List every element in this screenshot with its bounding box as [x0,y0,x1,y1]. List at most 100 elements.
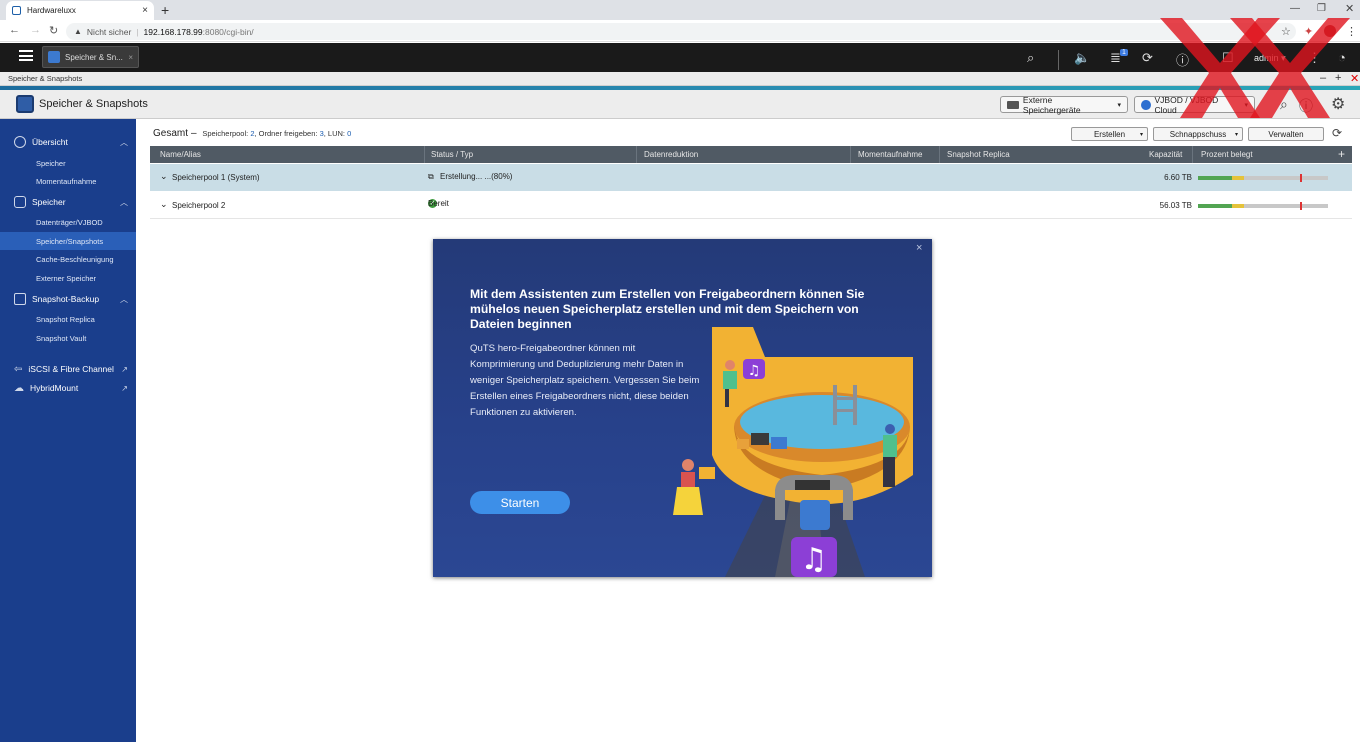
snapshot-caret-icon: ▾ [1234,131,1238,138]
refresh-icon[interactable]: ⟳ [1332,126,1342,140]
database-icon [14,196,26,208]
browser-tab-title: Hardwareluxx [27,6,76,15]
sidebar-link-hybridmount[interactable]: ☁ HybridMount ↗ [0,379,136,397]
snapshot-button[interactable]: Schnappschuss ▾ [1153,127,1243,141]
dialog-body: QuTS hero-Freigabeordner können mit Komp… [470,343,700,418]
usage-warn-fill [1232,176,1244,180]
info-icon[interactable]: ⓘ [1176,50,1189,69]
more-icon[interactable]: ⋮ [1308,50,1321,66]
url-separator: | [136,26,139,37]
browser-tab[interactable]: Hardwareluxx × [6,1,154,20]
col-status[interactable]: Status / Typ [431,150,473,159]
col-dedup[interactable]: Datenreduktion [644,150,698,159]
minimize-app-icon[interactable]: – [1320,72,1326,84]
sidebar-item-storage-overview[interactable]: Speicher [0,154,136,172]
main-menu-icon[interactable] [19,50,33,61]
restore-window-icon[interactable]: ❐ [1317,3,1326,14]
sidebar-item-snapshot-vault[interactable]: Snapshot Vault [0,329,136,347]
back-icon[interactable]: ← [9,24,20,36]
col-name[interactable]: Name/Alias [160,150,201,159]
profile-avatar[interactable] [1324,25,1336,37]
close-window-icon[interactable]: ✕ [1345,2,1354,15]
col-replica[interactable]: Snapshot Replica [947,150,1010,159]
sync-icon[interactable]: ⟳ [1142,50,1153,66]
sidebar-overview-label: Übersicht [32,137,68,147]
extension-icon[interactable]: ✦ [1304,25,1313,38]
sidebar-iscsi-label: iSCSI & Fibre Channel [28,364,114,374]
expand-chevron-icon[interactable]: ⌄ [160,199,168,210]
external-link-icon: ↗ [121,383,128,393]
app-tab-storage[interactable]: Speicher & Sn... × [42,46,139,68]
help-icon[interactable]: ⓘ [1299,96,1313,116]
sidebar-section-snapshot-backup[interactable]: Snapshot-Backup ︿ [0,290,136,308]
sidebar-item-label: Speicher/Snapshots [36,236,104,246]
close-tab-icon[interactable]: × [142,5,148,16]
search-storage-icon[interactable]: ⌕ [1280,96,1288,113]
sidebar-item-external[interactable]: Externer Speicher [0,269,136,287]
manage-button[interactable]: Verwalten [1248,127,1324,141]
close-app-icon[interactable]: ✕ [1350,72,1359,85]
col-capacity[interactable]: Kapazität [1149,150,1182,159]
dialog-heading: Mit dem Assistenten zum Erstellen von Fr… [470,287,865,331]
close-app-tab-icon[interactable]: × [128,53,133,62]
sidebar-section-overview[interactable]: Übersicht ︿ [0,133,136,151]
bookmark-star-icon[interactable]: ☆ [1281,25,1291,38]
app-strip-title: Speicher & Snapshots [8,74,83,83]
forward-icon[interactable]: → [30,24,41,36]
usage-bar [1198,202,1328,210]
external-devices-label: Externe Speichergeräte [1022,94,1081,115]
search-icon[interactable]: ⌕ [1027,50,1034,66]
pool-status: Erstellung... ...(80%) [440,172,513,181]
backup-icon [14,293,26,305]
dashboard-icon[interactable]: ◔ [1338,50,1346,65]
pool-capacity: 6.60 TB [1164,173,1192,182]
browser-menu-icon[interactable]: ⋮ [1346,25,1357,38]
snapshot-label: Schnappschuss [1169,129,1227,139]
table-row[interactable]: ⌄ Speicherpool 2 ✓ Bereit 56.03 TB [150,192,1352,219]
storage-app-icon [48,51,60,63]
sidebar-item-label: Externer Speicher [36,273,97,283]
expand-chevron-icon[interactable]: ⌄ [160,171,168,182]
usage-threshold-marker [1300,174,1302,182]
add-column-icon[interactable]: + [1338,147,1345,161]
summary-line: Gesamt – Speicherpool: 2, Ordner freigebe… [153,128,352,139]
qts-top-bar [0,43,1360,72]
pool-status: Bereit [428,199,449,208]
url-path: :8080/cgi-bin/ [202,26,254,37]
sidebar-link-iscsi[interactable]: ⇦ iSCSI & Fibre Channel ↗ [0,360,136,378]
storage-snapshots-logo-icon [16,95,34,113]
user-menu[interactable]: admin ▾ [1254,53,1286,64]
lun-label: LUN: [327,129,345,138]
url-input[interactable]: ▲ Nicht sicher | 192.168.178.99 :8080/cg… [66,23,1296,40]
volume-icon[interactable]: 🔈 [1074,50,1090,66]
vjbod-label: VJBOD / VJBOD Cloud [1154,94,1219,115]
user-icon[interactable]: ☐ [1222,50,1234,66]
iscsi-icon: ⇦ [14,363,23,375]
table-header: Name/Alias Status / Typ Datenreduktion M… [150,146,1352,163]
sidebar-item-snapshot-replica[interactable]: Snapshot Replica [0,310,136,328]
table-row[interactable]: ⌄ Speicherpool 1 (System) ⧉ Erstellung..… [150,164,1352,191]
minimize-window-icon[interactable]: — [1290,3,1300,14]
sidebar-item-snapshot-overview[interactable]: Momentaufnahme [0,172,136,190]
close-dialog-icon[interactable]: × [916,242,922,254]
external-devices-dropdown[interactable]: Externe Speichergeräte ▾ [1000,94,1128,115]
sidebar-item-storage-snapshots[interactable]: Speicher/Snapshots [0,232,136,250]
maximize-app-icon[interactable]: + [1335,72,1341,84]
sidebar-item-label: Snapshot Replica [36,314,95,324]
vjbod-dropdown[interactable]: VJBOD / VJBOD Cloud ▾ [1134,94,1255,115]
create-button[interactable]: Erstellen ▾ [1071,127,1148,141]
usage-warn-fill [1232,204,1244,208]
toolbar-separator [1058,50,1059,70]
col-snapshot[interactable]: Momentaufnahme [858,150,922,159]
new-tab-button[interactable]: + [161,2,169,18]
pool-label: Speicherpool: [202,129,249,138]
vjbod-icon [1141,99,1151,110]
sidebar-section-storage[interactable]: Speicher ︿ [0,193,136,211]
reload-icon[interactable]: ↻ [49,24,58,37]
usage-threshold-marker [1300,202,1302,210]
sidebar-item-disks[interactable]: Datenträger/VJBOD [0,213,136,231]
start-button[interactable]: Starten [470,491,570,514]
col-used[interactable]: Prozent belegt [1201,150,1253,159]
sidebar-item-cache[interactable]: Cache-Beschleunigung [0,250,136,268]
settings-gear-icon[interactable]: ⚙ [1331,94,1345,114]
